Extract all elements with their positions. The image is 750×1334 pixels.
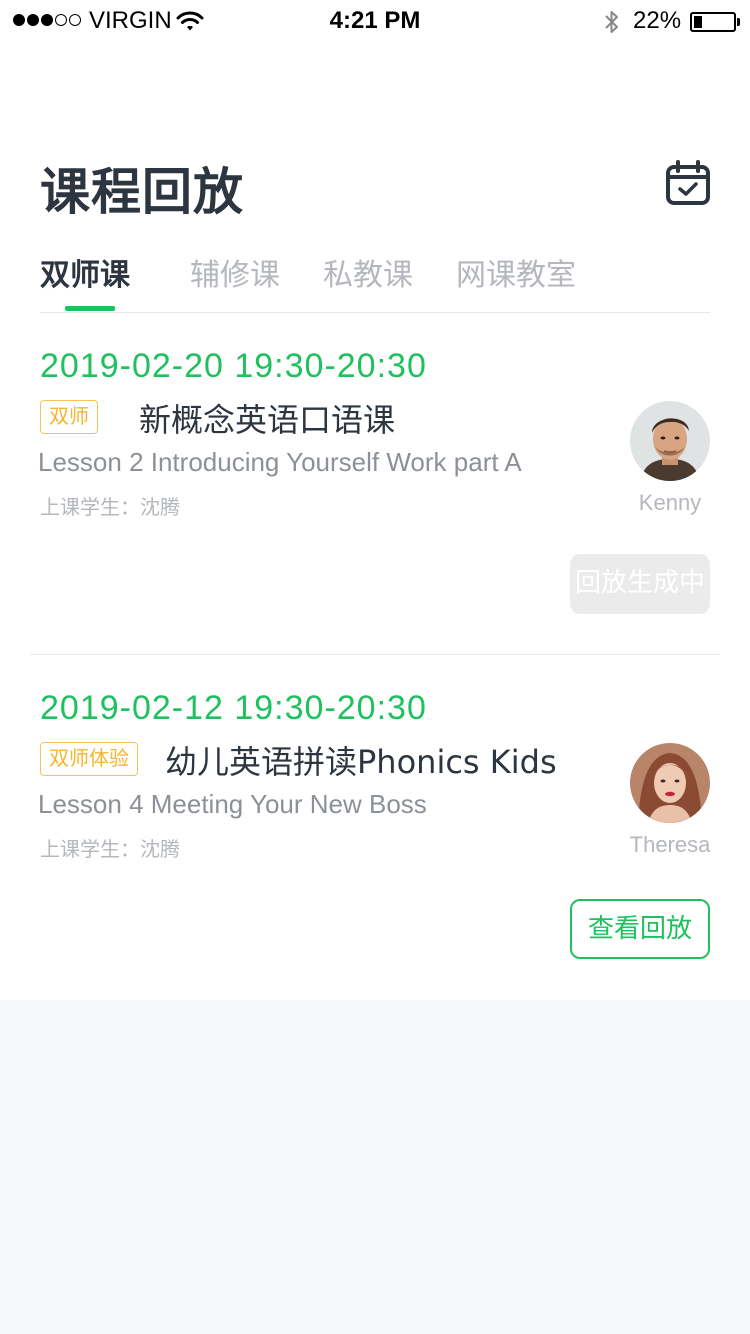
course-card[interactable]: 2019-02-12 19:30-20:30 双师体验 幼儿英语拼读Phonic…: [0, 655, 750, 1000]
tab-minor-course[interactable]: 辅修课: [190, 250, 280, 294]
status-bar: VIRGIN 4:21 PM 22%: [0, 0, 750, 40]
course-title: 新概念英语口语课: [139, 401, 396, 439]
tab-private-course[interactable]: 私教课: [323, 250, 413, 294]
teacher-avatar: [630, 743, 710, 823]
course-card[interactable]: 2019-02-20 19:30-20:30 双师 新概念英语口语课 Lesso…: [0, 313, 750, 655]
course-datetime: 2019-02-20 19:30-20:30: [40, 347, 427, 385]
course-type-tabs: 双师课 辅修课 私教课 网课教室: [40, 250, 710, 313]
lesson-title: Lesson 2 Introducing Yourself Work part …: [38, 447, 522, 477]
students-label: 上课学生：沈腾: [40, 837, 180, 861]
page: VIRGIN 4:21 PM 22% 课程回放 双师课 辅修课 私教课 网课教室: [0, 0, 750, 1000]
tab-online-classroom[interactable]: 网课教室: [456, 250, 576, 294]
teacher-name: Theresa: [629, 832, 711, 857]
replay-generating-button: 回放生成中: [570, 554, 710, 614]
lesson-title: Lesson 4 Meeting Your New Boss: [38, 789, 427, 819]
course-type-tag: 双师体验: [40, 742, 138, 776]
bluetooth-icon: [605, 11, 618, 33]
course-type-tag: 双师: [40, 400, 98, 434]
battery-percentage: 22%: [633, 7, 682, 34]
page-title: 课程回放: [40, 163, 244, 221]
course-title: 幼儿英语拼读Phonics Kids: [165, 743, 557, 781]
teacher-avatar: [630, 401, 710, 481]
tab-dual-teacher[interactable]: 双师课: [40, 250, 130, 294]
view-replay-button[interactable]: 查看回放: [570, 899, 710, 959]
students-label: 上课学生：沈腾: [40, 495, 180, 519]
course-datetime: 2019-02-12 19:30-20:30: [40, 689, 427, 727]
battery-tip: [737, 18, 740, 26]
battery-icon: [690, 12, 736, 32]
battery-level: [694, 16, 702, 28]
calendar-check-icon[interactable]: [665, 160, 711, 206]
active-tab-indicator: [65, 306, 115, 311]
teacher-name: Kenny: [638, 490, 702, 515]
